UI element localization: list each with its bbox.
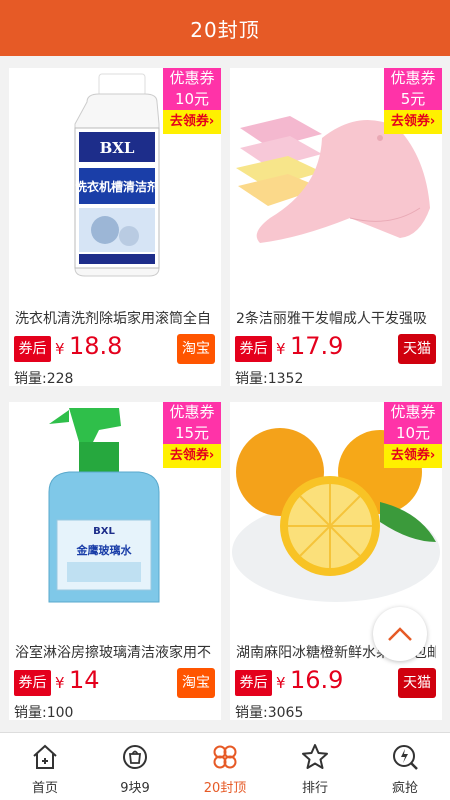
coupon-badge[interactable]: 优惠券 5元 去领券› <box>384 68 442 136</box>
clover-icon <box>213 745 237 769</box>
star-icon <box>302 744 328 769</box>
coupon-amount: 10元 <box>384 422 442 444</box>
get-coupon-button[interactable]: 去领券› <box>384 444 442 468</box>
chevron-right-icon: › <box>208 114 215 129</box>
sales-count: 销量:3065 <box>235 705 304 721</box>
get-coupon-button[interactable]: 去领券› <box>163 444 221 468</box>
coupon-label: 优惠券 <box>163 68 221 88</box>
coupon-amount: 5元 <box>384 88 442 110</box>
page-title: 20封顶 <box>190 17 260 42</box>
shopping-bag-icon <box>123 745 147 769</box>
coupon-badge[interactable]: 优惠券 15元 去领券› <box>163 402 221 470</box>
coupon-label: 优惠券 <box>163 402 221 422</box>
tab-label: 9块9 <box>120 781 150 796</box>
product-price: 16.9 <box>290 666 344 694</box>
sales-count: 销量:1352 <box>235 371 304 387</box>
tab-label: 20封顶 <box>203 781 247 796</box>
chevron-up-icon <box>388 627 412 641</box>
product-card[interactable]: 优惠券 5元 去领券› 2条洁丽雅干发帽成人干发强吸 券后 ¥ 17.9 天猫 … <box>230 68 442 387</box>
sales-count: 销量:100 <box>14 705 74 721</box>
tab-20-cap[interactable]: 20封顶 <box>180 733 270 800</box>
currency-symbol: ¥ <box>276 340 286 358</box>
coupon-label: 优惠券 <box>384 402 442 422</box>
tab-ranking[interactable]: 排行 <box>270 733 360 800</box>
product-card[interactable]: 优惠券 10元 去领券› 湖南麻阳冰糖橙新鲜水果5斤包邮 券后 ¥ 16.9 天… <box>230 402 442 721</box>
after-coupon-badge: 券后 <box>14 670 51 696</box>
tab-9-9[interactable]: 9块9 <box>90 733 180 800</box>
coupon-amount: 15元 <box>163 422 221 444</box>
product-grid[interactable]: BXL 洗衣机槽清洁剂 优惠券 10元 去领券› 洗衣机清洗剂除垢家用滚筒全自 … <box>0 56 450 768</box>
tab-label: 排行 <box>301 781 328 796</box>
coupon-badge[interactable]: 优惠券 10元 去领券› <box>163 68 221 136</box>
tab-flash-sale[interactable]: 疯抢 <box>360 733 450 800</box>
tab-label: 疯抢 <box>391 781 418 796</box>
svg-text:金鹰玻璃水: 金鹰玻璃水 <box>76 543 133 557</box>
product-card[interactable]: BXL 金鹰玻璃水 优惠券 15元 去领券› 浴室淋浴房擦玻璃清洁液家用不 券后… <box>9 402 221 721</box>
currency-symbol: ¥ <box>55 340 65 358</box>
currency-symbol: ¥ <box>276 674 286 692</box>
product-price: 18.8 <box>69 332 123 360</box>
get-coupon-button[interactable]: 去领券› <box>384 110 442 134</box>
search-lightning-icon <box>393 745 418 770</box>
coupon-badge[interactable]: 优惠券 10元 去领券› <box>384 402 442 470</box>
product-title[interactable]: 浴室淋浴房擦玻璃清洁液家用不 <box>15 642 215 662</box>
product-price: 14 <box>69 666 100 694</box>
svg-text:洗衣机槽清洁剂: 洗衣机槽清洁剂 <box>75 179 159 194</box>
platform-badge-tmall: 天猫 <box>398 668 436 698</box>
coupon-amount: 10元 <box>163 88 221 110</box>
after-coupon-badge: 券后 <box>235 670 272 696</box>
product-price: 17.9 <box>290 332 344 360</box>
product-card[interactable]: BXL 洗衣机槽清洁剂 优惠券 10元 去领券› 洗衣机清洗剂除垢家用滚筒全自 … <box>9 68 221 387</box>
sales-count: 销量:228 <box>14 371 74 387</box>
scroll-to-top-button[interactable] <box>373 607 427 661</box>
home-icon <box>33 744 57 769</box>
platform-badge-taobao: 淘宝 <box>177 668 215 698</box>
after-coupon-badge: 券后 <box>14 336 51 362</box>
svg-text:BXL: BXL <box>100 139 135 157</box>
tab-home[interactable]: 首页 <box>0 733 90 800</box>
chevron-right-icon: › <box>429 448 436 463</box>
platform-badge-taobao: 淘宝 <box>177 334 215 364</box>
svg-text:BXL: BXL <box>93 526 115 537</box>
product-title[interactable]: 2条洁丽雅干发帽成人干发强吸 <box>236 308 436 328</box>
get-coupon-button[interactable]: 去领券› <box>163 110 221 134</box>
after-coupon-badge: 券后 <box>235 336 272 362</box>
top-header: 20封顶 <box>0 0 450 56</box>
chevron-right-icon: › <box>208 448 215 463</box>
bottom-tab-bar: 首页 9块9 20封顶 排行 疯抢 <box>0 732 450 800</box>
currency-symbol: ¥ <box>55 674 65 692</box>
platform-badge-tmall: 天猫 <box>398 334 436 364</box>
coupon-label: 优惠券 <box>384 68 442 88</box>
chevron-right-icon: › <box>429 114 436 129</box>
tab-label: 首页 <box>31 781 58 796</box>
product-title[interactable]: 洗衣机清洗剂除垢家用滚筒全自 <box>15 308 215 328</box>
